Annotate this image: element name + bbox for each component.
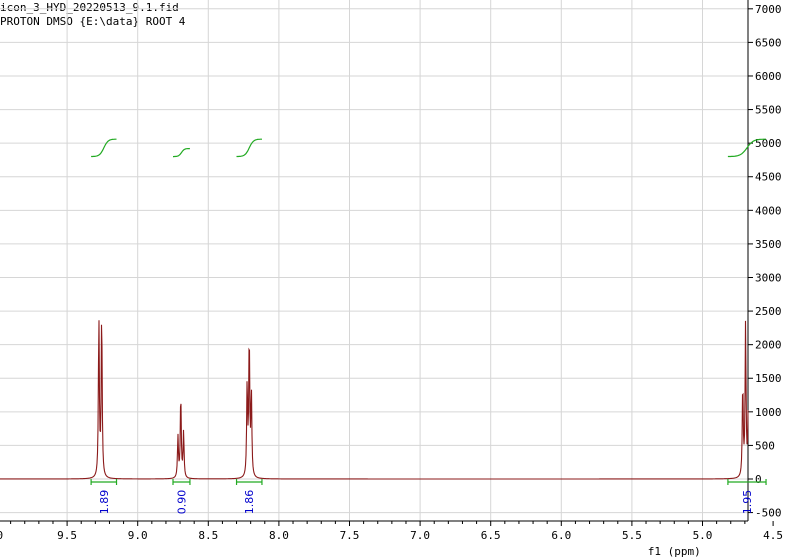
x-tick-label: 7.5	[340, 529, 360, 542]
y-tick-label: 2500	[755, 305, 782, 318]
y-tick-label: -500	[755, 507, 782, 520]
y-tick-label: 3500	[755, 238, 782, 251]
y-tick-label: 6000	[755, 70, 782, 83]
y-tick-label: 500	[755, 439, 775, 452]
y-tick-label: 7000	[755, 3, 782, 16]
y-tick-label: 3000	[755, 271, 782, 284]
y-tick-label: 2000	[755, 339, 782, 352]
x-tick-label: 4.5	[763, 529, 783, 542]
integral-curve	[173, 147, 191, 158]
x-tick-label: 5.0	[693, 529, 713, 542]
peak-point	[98, 319, 99, 320]
x-tick-label: 8.5	[198, 529, 218, 542]
x-tick-label: 6.0	[551, 529, 571, 542]
spectrum-trace	[0, 320, 749, 480]
integral-curve	[91, 138, 117, 158]
integral-value: 1.86	[243, 490, 256, 515]
integral-value: 0.90	[175, 490, 188, 515]
y-tick-label: 5500	[755, 104, 782, 117]
x-tick-label: 9.0	[128, 529, 148, 542]
y-tick-label: 1000	[755, 406, 782, 419]
grid-lines	[0, 0, 748, 521]
peak-point	[101, 314, 102, 315]
integral-value: 1.89	[98, 490, 111, 515]
integral-value: 1.95	[741, 490, 754, 515]
spectrum-plot-area: .09.59.08.58.07.57.06.56.05.55.04.54.03.…	[0, 0, 783, 558]
y-tick-label: 1500	[755, 372, 782, 385]
nmr-spectrum-chart: icon_3_HYD_20220513_9.1.fid PROTON DMSO …	[0, 0, 800, 558]
x-tick-label: 8.0	[269, 529, 289, 542]
x-tick-label: 5.5	[622, 529, 642, 542]
peak-point	[742, 386, 743, 387]
peak-point	[180, 394, 181, 395]
y-tick-label: 6500	[755, 36, 782, 49]
y-tick-label: 4500	[755, 171, 782, 184]
x-tick-label: 9.5	[57, 529, 77, 542]
peak-point	[249, 339, 250, 340]
y-tick-label: 0	[755, 473, 762, 486]
y-tick-label: 4000	[755, 204, 782, 217]
x-axis-label: f1 (ppm)	[648, 545, 701, 558]
x-tick-label: 6.5	[481, 529, 501, 542]
integral-curve	[236, 138, 262, 158]
x-tick-label: 7.0	[410, 529, 430, 542]
x-tick-label: .0	[0, 529, 3, 542]
